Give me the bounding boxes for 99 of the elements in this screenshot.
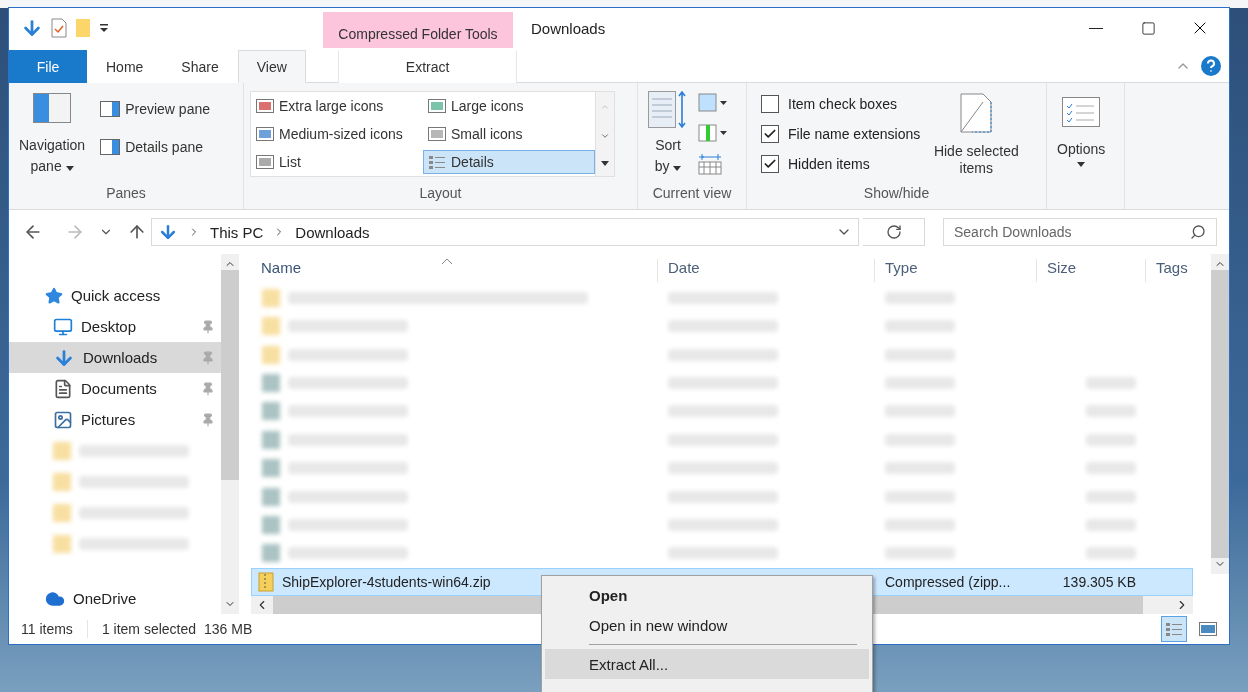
file-type: Compressed (zipp... — [884, 573, 1012, 590]
minimize-icon — [1089, 27, 1103, 29]
check-icon — [763, 127, 777, 141]
layout-option[interactable]: Large icons — [423, 94, 595, 118]
nav-item[interactable]: Pictures — [9, 404, 221, 435]
view-icon — [428, 99, 446, 113]
sort-icon — [648, 91, 688, 129]
breadcrumb-item[interactable]: Downloads — [295, 223, 370, 241]
pin-icon[interactable] — [201, 319, 215, 334]
layout-option[interactable]: Small icons — [423, 122, 595, 146]
checkbox[interactable] — [761, 125, 779, 143]
pane-icon — [100, 139, 121, 155]
star-icon — [45, 286, 63, 305]
nav-item[interactable]: Desktop — [9, 311, 221, 342]
nav-item[interactable]: OneDrive — [9, 583, 221, 614]
ribbon-tab[interactable]: File — [9, 50, 87, 83]
pin-icon[interactable] — [201, 350, 215, 365]
nav-item[interactable]: Documents — [9, 373, 221, 404]
hide-selected-button[interactable]: Hide selected items — [926, 89, 1027, 185]
pin-icon[interactable] — [201, 381, 215, 396]
file-name: ShipExplorer-4students-win64.zip — [282, 573, 491, 590]
contextual-tab-group: Compressed Folder Tools — [323, 12, 513, 48]
page-icon — [960, 93, 993, 133]
view-icon — [256, 99, 274, 113]
layout-option[interactable]: Extra large icons — [251, 94, 423, 118]
pane-button[interactable]: Preview pane — [95, 97, 215, 121]
document-icon — [53, 378, 73, 399]
pin-icon[interactable] — [201, 412, 215, 427]
checkbox-label: File name extensions — [788, 126, 921, 142]
group-by-icon[interactable] — [698, 93, 728, 113]
context-menu-item[interactable]: Open — [545, 580, 869, 610]
column-header[interactable]: Type — [874, 258, 1036, 282]
download-arrow-icon — [158, 222, 178, 242]
layout-option[interactable]: List — [251, 150, 423, 174]
help-icon[interactable] — [1201, 56, 1221, 76]
group-label: Current view — [651, 185, 733, 203]
layout-option[interactable]: Details — [423, 150, 595, 174]
view-icon — [428, 127, 446, 141]
navigation-pane-icon — [33, 93, 72, 123]
file-size: 139.305 KB — [1061, 573, 1137, 590]
breadcrumb-item[interactable]: This PC — [210, 223, 264, 241]
view-icon — [256, 155, 274, 169]
item-count: 11 items — [21, 621, 73, 637]
picture-icon — [53, 409, 73, 430]
group-label: Show/hide — [862, 185, 931, 203]
nav-item[interactable]: Downloads — [9, 342, 221, 373]
desktop-icon — [53, 316, 73, 337]
search-icon — [1190, 224, 1206, 240]
properties-icon[interactable] — [51, 18, 67, 38]
refresh-icon[interactable] — [885, 224, 902, 240]
download-arrow-icon[interactable] — [21, 17, 43, 39]
checkbox-option[interactable]: File name extensions — [761, 119, 921, 149]
layout-option[interactable]: Medium-sized icons — [251, 122, 423, 146]
context-menu-item[interactable]: Extract All... — [545, 649, 869, 679]
context-menu-item[interactable]: Open in new window — [545, 610, 869, 640]
details-view-icon — [1165, 621, 1183, 637]
column-header[interactable]: Name — [251, 258, 657, 282]
navigation-pane-button[interactable]: Navigation pane — [15, 89, 90, 185]
options-button[interactable]: Options — [1053, 89, 1110, 185]
view-icon — [256, 127, 274, 141]
ribbon-tab[interactable]: View — [237, 50, 306, 83]
selection-size: 136 MB — [204, 621, 253, 637]
pane-button[interactable]: Details pane — [95, 135, 215, 159]
file-list-scrollbar[interactable] — [1211, 254, 1229, 574]
checkbox-label: Item check boxes — [788, 96, 897, 112]
checkbox[interactable] — [761, 155, 779, 173]
zip-folder-icon — [258, 571, 274, 592]
sort-by-button[interactable]: Sort by — [644, 89, 692, 185]
group-label: Panes — [105, 185, 147, 203]
large-icons-view-icon — [1199, 622, 1217, 636]
nav-item[interactable]: Quick access — [9, 280, 221, 311]
add-columns-icon[interactable] — [698, 123, 728, 143]
checkbox-option[interactable]: Hidden items — [761, 149, 921, 179]
checkbox-label: Hidden items — [788, 156, 870, 172]
expand-gallery-icon — [601, 161, 609, 167]
search-field[interactable]: Search Downloads — [943, 218, 1217, 246]
nav-scrollbar[interactable] — [221, 254, 239, 614]
customize-caret-icon[interactable] — [99, 23, 109, 33]
column-header[interactable]: Size — [1036, 258, 1145, 282]
details-view-button[interactable] — [1161, 616, 1187, 642]
selection-count: 1 item selected — [101, 621, 197, 637]
check-icon — [763, 157, 777, 171]
maximize-icon — [1140, 20, 1156, 36]
ribbon-tab[interactable]: Extract — [337, 50, 518, 83]
folder-icon[interactable] — [75, 18, 91, 38]
address-bar[interactable]: This PC Downloads — [151, 218, 859, 246]
size-columns-icon[interactable] — [698, 153, 724, 175]
column-header[interactable]: Date — [657, 258, 874, 282]
checklist-icon — [1062, 97, 1101, 127]
pane-icon — [100, 101, 121, 117]
caret-icon — [1077, 162, 1086, 167]
caret-icon — [673, 166, 682, 171]
gallery-scrollbar[interactable] — [596, 91, 615, 177]
caret-icon — [65, 166, 74, 171]
checkbox-option[interactable]: Item check boxes — [761, 89, 921, 119]
checkbox[interactable] — [761, 95, 779, 113]
window-title: Downloads — [530, 19, 607, 39]
group-label: Layout — [418, 185, 463, 203]
details-view-icon — [428, 154, 446, 170]
